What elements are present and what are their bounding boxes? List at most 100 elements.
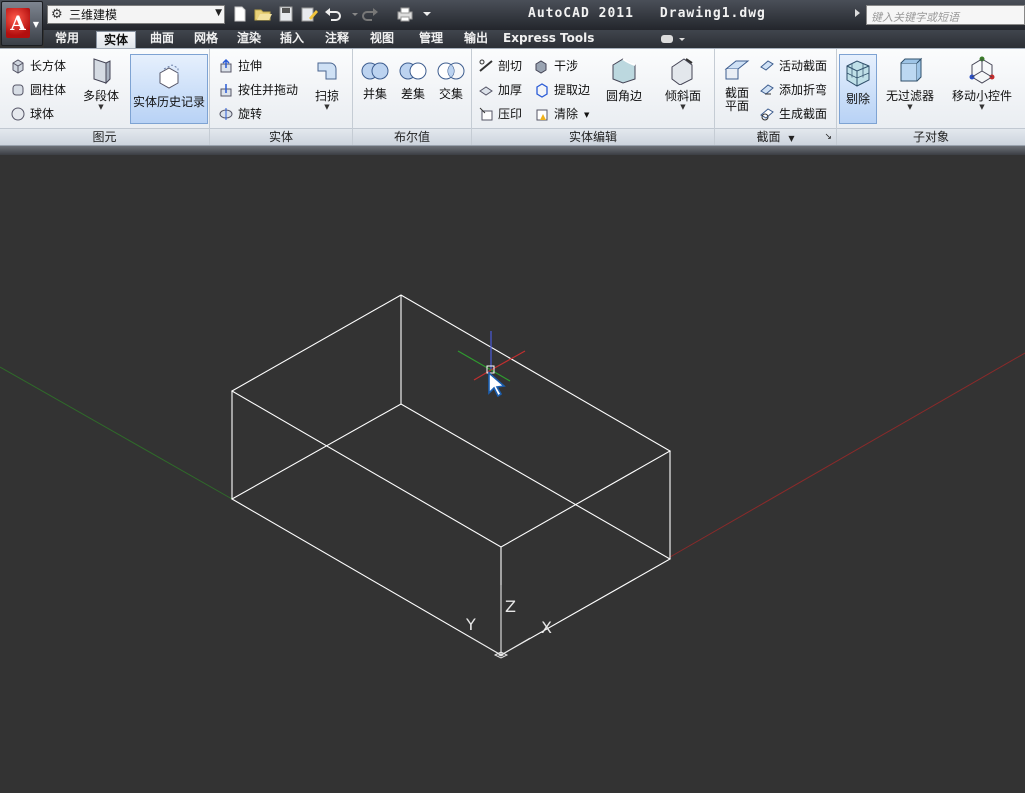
subtract-button[interactable]: 差集 — [395, 59, 431, 102]
panel-title-section[interactable]: 截面 ▼ ↘ — [715, 128, 836, 145]
generate-section-icon — [760, 107, 774, 120]
plot-button[interactable] — [395, 4, 415, 24]
add-jog-icon — [760, 83, 774, 95]
culling-button[interactable]: 剔除 — [839, 54, 877, 124]
panel-solid: 拉伸 按住并拖动 旋转 扫掠 ▼ 实体 — [210, 49, 353, 145]
y-axis-line — [0, 366, 233, 500]
no-filter-button[interactable]: 无过滤器 ▼ — [883, 55, 937, 111]
subtract-label: 差集 — [400, 87, 425, 101]
ucs-icon — [469, 585, 531, 659]
sphere-button[interactable]: 球体 — [10, 105, 54, 122]
save-as-button[interactable] — [299, 4, 319, 24]
generate-section-label: 生成截面 — [779, 107, 828, 121]
revolve-icon — [219, 107, 233, 120]
panel-title-solid-editing: 实体编辑 — [472, 128, 714, 145]
workspace-switcher[interactable]: ⚙ 三维建模 ▼ — [47, 5, 225, 24]
extrude-button[interactable]: 拉伸 — [218, 57, 262, 74]
clean-button[interactable]: 清除 ▼ — [534, 105, 589, 122]
chamfer-edge-button[interactable]: 倾斜面 ▼ — [660, 55, 706, 111]
undo-dropdown[interactable] — [345, 4, 358, 24]
extract-edges-button[interactable]: 提取边 — [534, 81, 590, 98]
chevron-down-icon: ▼ — [680, 103, 686, 111]
sweep-button[interactable]: 扫掠 ▼ — [308, 55, 346, 111]
interfere-button[interactable]: 干涉 — [534, 57, 578, 74]
slice-button[interactable]: 剖切 — [478, 57, 522, 74]
presspull-icon — [220, 83, 232, 96]
generate-section-button[interactable]: 生成截面 — [759, 105, 827, 122]
ucs-y-label: Y — [466, 615, 476, 634]
panel-title-subobject: 子对象 — [837, 128, 1025, 145]
polysolid-button[interactable]: 多段体 ▼ — [80, 55, 122, 111]
ribbon-tabs: 常用 实体 曲面 网格 渲染 插入 注释 视图 管理 输出 Express To… — [44, 30, 1025, 49]
interfere-icon — [535, 59, 547, 74]
clean-icon — [536, 109, 548, 120]
thicken-icon — [479, 85, 493, 96]
sweep-label: 扫掠 — [314, 89, 339, 103]
application-menu-button[interactable]: A ▼ — [1, 1, 43, 46]
qat-customize-dropdown[interactable] — [417, 4, 431, 24]
thicken-button[interactable]: 加厚 — [478, 81, 522, 98]
tab-annotate[interactable]: 注释 — [319, 30, 355, 48]
help-search-input[interactable]: 键入关键字或短语 — [866, 5, 1025, 25]
interfere-label: 干涉 — [554, 59, 579, 73]
chevron-right-icon[interactable] — [855, 9, 860, 17]
intersect-button[interactable]: 交集 — [433, 59, 469, 102]
imprint-icon — [479, 107, 493, 120]
revolve-button[interactable]: 旋转 — [218, 105, 262, 122]
sphere-icon — [11, 107, 25, 120]
new-file-button[interactable] — [230, 4, 250, 24]
move-gizmo-cursor[interactable] — [457, 331, 526, 398]
presspull-button[interactable]: 按住并拖动 — [218, 81, 298, 98]
tab-output[interactable]: 输出 — [457, 30, 495, 48]
undo-button[interactable] — [323, 4, 343, 24]
union-button[interactable]: 并集 — [357, 59, 393, 102]
tab-insert[interactable]: 插入 — [274, 30, 310, 48]
extrude-label: 拉伸 — [238, 59, 263, 73]
panel-boolean: 并集 差集 交集 布尔值 — [353, 49, 472, 145]
window-title: AutoCAD 2011 Drawing1.dwg — [528, 6, 766, 21]
chevron-down-icon: ▼ — [215, 8, 222, 18]
extract-edges-label: 提取边 — [554, 83, 591, 97]
ribbon-divider — [0, 146, 1025, 155]
solid-history-label: 实体历史记录 — [132, 95, 205, 109]
union-icon — [361, 62, 389, 80]
drawing-area[interactable]: Z Y X — [0, 155, 1025, 793]
cylinder-icon — [12, 84, 24, 95]
add-jog-button[interactable]: 添加折弯 — [759, 81, 827, 98]
chevron-down-icon: ▼ — [979, 103, 985, 111]
tab-manage[interactable]: 管理 — [412, 30, 450, 48]
cylinder-button[interactable]: 圆柱体 — [10, 81, 66, 98]
solid-history-button[interactable]: 实体历史记录 — [130, 54, 208, 124]
move-gizmo-button[interactable]: 移动小控件 ▼ — [949, 55, 1015, 111]
open-file-button[interactable] — [253, 4, 273, 24]
solid-history-icon — [159, 64, 179, 89]
tab-surface[interactable]: 曲面 — [144, 30, 180, 48]
dialog-launcher-icon[interactable]: ↘ — [824, 129, 832, 145]
redo-button[interactable] — [360, 4, 380, 24]
extract-edges-icon — [536, 82, 548, 98]
live-section-button[interactable]: 活动截面 — [759, 57, 827, 74]
new-file-icon — [234, 6, 246, 22]
viewport-svg[interactable] — [0, 155, 1025, 793]
workspace-value: 三维建模 — [69, 8, 118, 22]
section-plane-label-2: 平面 — [724, 99, 749, 113]
tab-render[interactable]: 渲染 — [231, 30, 267, 48]
add-jog-label: 添加折弯 — [779, 83, 828, 97]
app-name: AutoCAD 2011 — [528, 6, 634, 21]
tab-mesh[interactable]: 网格 — [188, 30, 224, 48]
box-top-face — [230, 294, 672, 548]
box-button[interactable]: 长方体 — [10, 57, 66, 74]
save-button[interactable] — [276, 4, 296, 24]
tab-solid[interactable]: 实体 — [96, 31, 136, 49]
panel-title-primitive: 图元 — [0, 128, 209, 145]
tab-home[interactable]: 常用 — [50, 30, 84, 48]
no-filter-icon — [900, 57, 923, 82]
section-plane-button[interactable]: 截面 平面 — [719, 55, 755, 113]
imprint-button[interactable]: 压印 — [478, 105, 522, 122]
chevron-down-icon: ▼ — [98, 103, 104, 111]
fillet-edge-button[interactable]: 圆角边 — [602, 55, 646, 104]
tab-express-tools[interactable]: Express Tools — [503, 30, 594, 48]
ribbon-display-toggle[interactable] — [659, 32, 687, 46]
tab-view[interactable]: 视图 — [364, 30, 400, 48]
slice-icon — [479, 59, 493, 72]
